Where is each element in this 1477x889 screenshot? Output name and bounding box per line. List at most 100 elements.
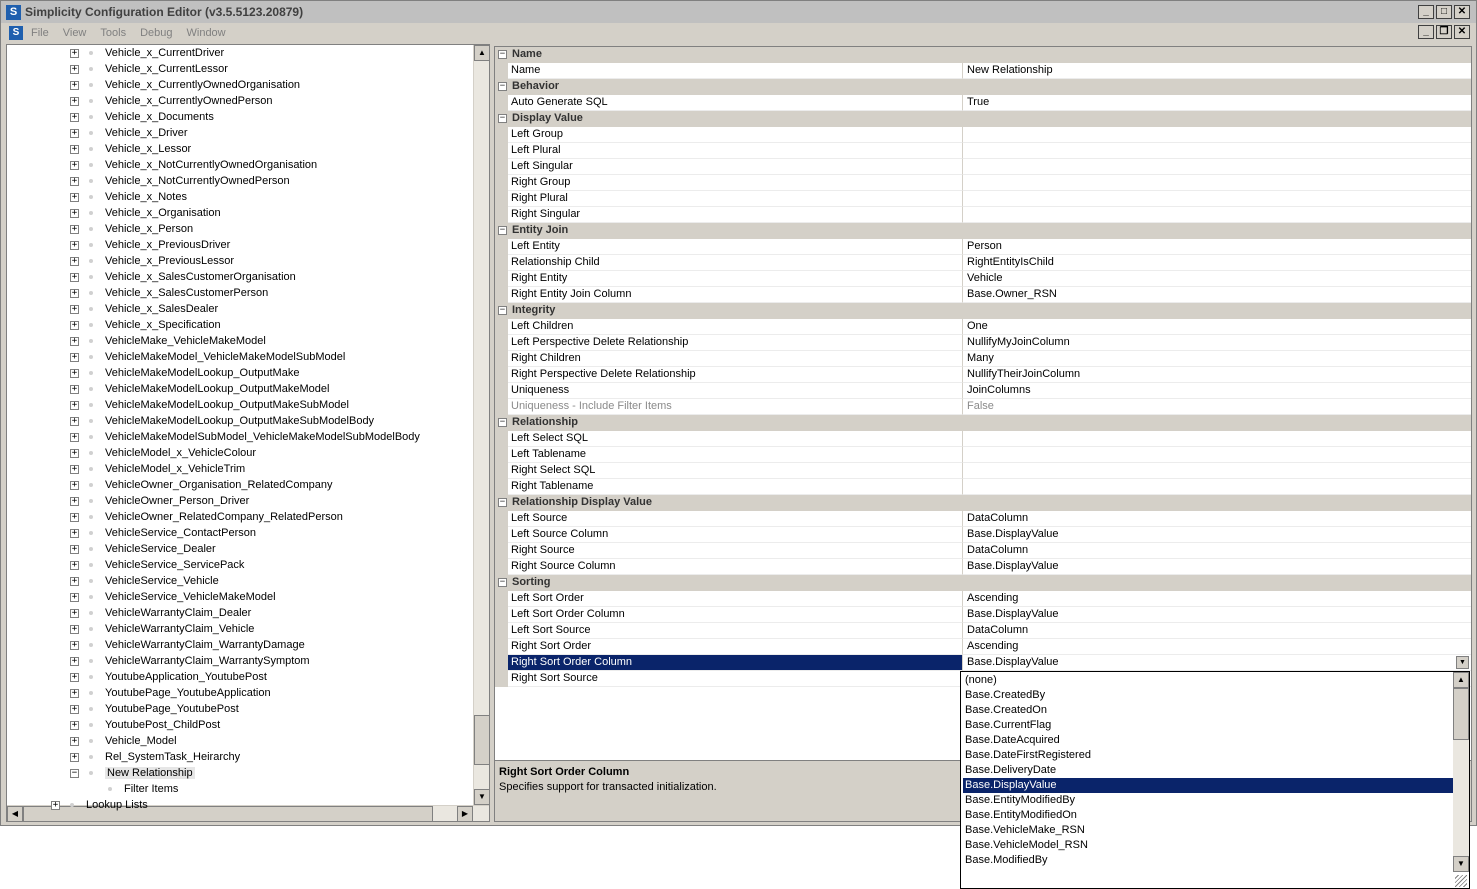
property-row[interactable]: Left Select SQL [495, 431, 1471, 447]
tree-item[interactable]: + YoutubePage_YoutubePost [70, 701, 239, 717]
property-value[interactable]: Base.DisplayValue [963, 527, 1471, 543]
tree-root-item[interactable]: + Lookup Lists [51, 797, 148, 813]
scroll-right-arrow-icon[interactable]: ▶ [457, 806, 473, 821]
sort-column-dropdown-list[interactable]: ▲ ▼ (none) Base.CreatedBy Base.CreatedOn Ba… [960, 671, 1470, 889]
tree-item[interactable]: + Vehicle_x_PreviousLessor [70, 253, 234, 269]
property-category[interactable]: − Relationship [495, 415, 1471, 431]
dropdown-option[interactable]: Base.DateAcquired [963, 733, 1453, 748]
property-row[interactable]: Right Singular [495, 207, 1471, 223]
property-row[interactable]: Left Entity Person [495, 239, 1471, 255]
property-category[interactable]: − Integrity [495, 303, 1471, 319]
expand-plus-icon[interactable]: + [70, 560, 79, 570]
property-value[interactable] [963, 127, 1471, 143]
expand-plus-icon[interactable]: + [70, 400, 79, 410]
tree-item[interactable]: + VehicleMake_VehicleMakeModel [70, 333, 266, 349]
dropdown-scrollbar[interactable]: ▲ ▼ [1453, 672, 1469, 872]
expand-plus-icon[interactable]: + [70, 720, 79, 730]
property-row[interactable]: Left Children One [495, 319, 1471, 335]
tree-item[interactable]: + VehicleService_Dealer [70, 541, 216, 557]
dropdown-option[interactable]: (none) [963, 673, 1453, 688]
property-row[interactable]: Auto Generate SQL True [495, 95, 1471, 111]
dropdown-option[interactable]: Base.EntityModifiedOn [963, 808, 1453, 823]
expand-plus-icon[interactable]: + [70, 80, 79, 90]
property-category[interactable]: − Behavior [495, 79, 1471, 95]
expand-plus-icon[interactable]: + [70, 192, 79, 202]
expand-plus-icon[interactable]: + [70, 256, 79, 266]
expand-plus-icon[interactable]: + [70, 224, 79, 234]
dropdown-option[interactable]: Base.VehicleModel_RSN [963, 838, 1453, 853]
tree-item-selected[interactable]: − New Relationship [70, 765, 195, 781]
entity-tree[interactable]: ▲ ▼ ◀ ▶ + Vehicle_x_CurrentDriver + Vehicle… [6, 44, 490, 822]
tree-item[interactable]: + VehicleWarrantyClaim_Dealer [70, 605, 251, 621]
property-row[interactable]: Right Entity Join Column Base.Owner_RSN [495, 287, 1471, 303]
tree-item[interactable]: + YoutubePage_YoutubeApplication [70, 685, 271, 701]
tree-item[interactable]: + VehicleModel_x_VehicleTrim [70, 461, 245, 477]
property-row[interactable]: Left Source DataColumn [495, 511, 1471, 527]
tree-item[interactable]: + Vehicle_x_NotCurrentlyOwnedOrganisation [70, 157, 317, 173]
property-row[interactable]: Right Perspective Delete Relationship Nul… [495, 367, 1471, 383]
tree-item[interactable]: + Vehicle_x_Documents [70, 109, 214, 125]
menu-view[interactable]: View [63, 27, 87, 39]
collapse-minus-icon[interactable]: − [498, 50, 507, 59]
collapse-minus-icon[interactable]: − [498, 82, 507, 91]
tree-item[interactable]: + VehicleService_VehicleMakeModel [70, 589, 276, 605]
expand-plus-icon[interactable]: + [51, 800, 60, 810]
expand-plus-icon[interactable]: + [70, 592, 79, 602]
property-category[interactable]: − Entity Join [495, 223, 1471, 239]
close-button[interactable]: ✕ [1454, 5, 1470, 19]
property-row[interactable]: Right Tablename [495, 479, 1471, 495]
tree-item[interactable]: + Vehicle_x_SalesCustomerPerson [70, 285, 268, 301]
property-row[interactable]: Right Sort Order Column Base.DisplayValue… [495, 655, 1471, 671]
tree-item[interactable]: + Vehicle_x_Notes [70, 189, 187, 205]
expand-plus-icon[interactable]: + [70, 112, 79, 122]
doc-minimize-button[interactable]: _ [1418, 25, 1434, 39]
tree-item[interactable]: + Vehicle_x_CurrentlyOwnedOrganisation [70, 77, 300, 93]
tree-item[interactable]: + Vehicle_x_Lessor [70, 141, 191, 157]
tree-item[interactable]: + VehicleOwner_RelatedCompany_RelatedPers… [70, 509, 343, 525]
dropdown-scroll-up-icon[interactable]: ▲ [1453, 672, 1469, 688]
tree-item[interactable]: + VehicleOwner_Person_Driver [70, 493, 249, 509]
property-value[interactable]: Ascending [963, 639, 1471, 655]
expand-plus-icon[interactable]: + [70, 96, 79, 106]
property-value[interactable]: Ascending [963, 591, 1471, 607]
property-value[interactable] [963, 431, 1471, 447]
property-value[interactable] [963, 175, 1471, 191]
property-value[interactable]: NullifyMyJoinColumn [963, 335, 1471, 351]
collapse-minus-icon[interactable]: − [498, 418, 507, 427]
scroll-down-arrow-icon[interactable]: ▼ [474, 789, 489, 805]
scroll-left-arrow-icon[interactable]: ◀ [7, 806, 23, 821]
expand-plus-icon[interactable]: + [70, 336, 79, 346]
property-value[interactable]: Many [963, 351, 1471, 367]
property-row[interactable]: Right Source Column Base.DisplayValue [495, 559, 1471, 575]
expand-plus-icon[interactable]: + [70, 272, 79, 282]
property-value[interactable]: DataColumn [963, 543, 1471, 559]
expand-plus-icon[interactable]: + [70, 704, 79, 714]
expand-plus-icon[interactable]: + [70, 512, 79, 522]
property-value[interactable] [963, 447, 1471, 463]
property-category[interactable]: − Sorting [495, 575, 1471, 591]
tree-item[interactable]: + Vehicle_x_SalesCustomerOrganisation [70, 269, 296, 285]
document-logo-icon[interactable]: S [9, 25, 23, 40]
tree-item[interactable]: + Rel_SystemTask_Heirarchy [70, 749, 240, 765]
expand-plus-icon[interactable]: + [70, 672, 79, 682]
menu-file[interactable]: File [31, 27, 49, 39]
dropdown-option[interactable]: Base.CurrentFlag [963, 718, 1453, 733]
property-row[interactable]: Right Select SQL [495, 463, 1471, 479]
dropdown-arrow-icon[interactable]: ▼ [1456, 656, 1469, 669]
property-row[interactable]: Left Sort Order Column Base.DisplayValue [495, 607, 1471, 623]
property-row[interactable]: Right Plural [495, 191, 1471, 207]
property-row[interactable]: Left Tablename [495, 447, 1471, 463]
tree-item[interactable]: + VehicleMakeModelLookup_OutputMakeSubMod… [70, 397, 349, 413]
collapse-minus-icon[interactable]: − [498, 226, 507, 235]
property-value[interactable] [963, 191, 1471, 207]
property-value[interactable]: NullifyTheirJoinColumn [963, 367, 1471, 383]
menu-debug[interactable]: Debug [140, 27, 172, 39]
property-row[interactable]: Uniqueness JoinColumns [495, 383, 1471, 399]
property-value[interactable] [963, 207, 1471, 223]
tree-item[interactable]: + VehicleMakeModelLookup_OutputMake [70, 365, 299, 381]
dropdown-scroll-down-icon[interactable]: ▼ [1453, 856, 1469, 872]
property-value[interactable]: JoinColumns [963, 383, 1471, 399]
collapse-minus-icon[interactable]: − [498, 306, 507, 315]
tree-item[interactable]: + Vehicle_x_Person [70, 221, 193, 237]
tree-item[interactable]: + YoutubeApplication_YoutubePost [70, 669, 267, 685]
